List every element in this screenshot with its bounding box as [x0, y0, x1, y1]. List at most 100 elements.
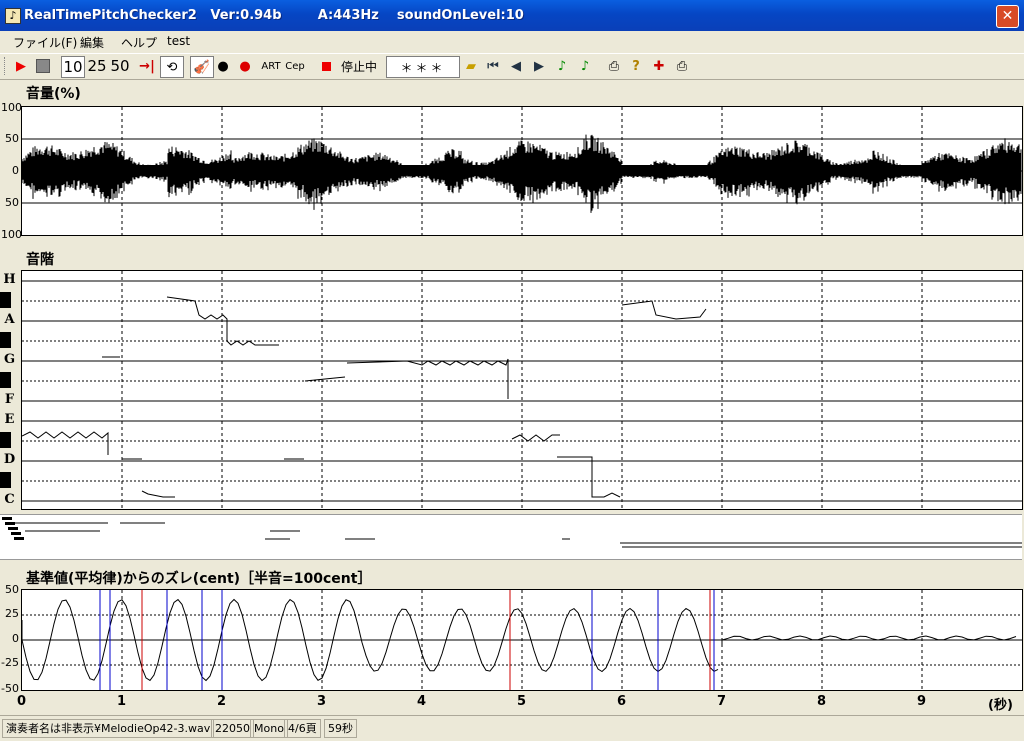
- violin-icon[interactable]: 🎻: [190, 56, 214, 78]
- art-button[interactable]: ART: [260, 56, 282, 76]
- help-icon[interactable]: ?: [628, 56, 644, 76]
- note-label-a: A: [4, 312, 15, 327]
- cent-tick-neg25: -25: [1, 656, 19, 669]
- note-label-d: D: [3, 452, 16, 467]
- status-duration: 59秒: [324, 719, 357, 738]
- scale-plot[interactable]: [21, 270, 1023, 510]
- x-tick-3: 3: [317, 694, 327, 709]
- menu-help[interactable]: ヘルプ: [121, 34, 157, 51]
- overview-marker: [8, 527, 18, 530]
- x-tick-2: 2: [217, 694, 227, 709]
- person-red-icon[interactable]: ●: [236, 56, 254, 76]
- app-icon: ♪: [5, 8, 21, 24]
- overview-strip[interactable]: [0, 514, 1022, 560]
- person-black-icon[interactable]: ●: [214, 56, 232, 76]
- record-stop-icon[interactable]: [318, 56, 334, 76]
- black-key: [0, 372, 11, 388]
- volume-label: 音量(%): [26, 86, 81, 102]
- open-folder-icon[interactable]: ▰: [462, 56, 480, 76]
- speed-10-button[interactable]: 10: [61, 56, 85, 78]
- print2-icon[interactable]: ⎙: [673, 56, 691, 76]
- play-icon[interactable]: ▶: [12, 56, 30, 76]
- x-axis-unit: (秒): [988, 698, 1013, 713]
- black-key: [0, 432, 11, 448]
- close-button[interactable]: ✕: [996, 5, 1019, 28]
- x-tick-0: 0: [17, 694, 27, 709]
- overview-marker: [14, 537, 24, 540]
- x-tick-7: 7: [717, 694, 727, 709]
- pitch-segment: [304, 376, 346, 382]
- deviation-label: 基準値(平均律)からのズレ(cent)［半音=100cent］: [26, 571, 372, 587]
- note-green-icon[interactable]: ♪: [554, 56, 570, 76]
- status-label: 停止中: [340, 59, 377, 74]
- pitch-segment: [557, 456, 621, 498]
- x-tick-8: 8: [817, 694, 827, 709]
- x-tick-5: 5: [517, 694, 527, 709]
- waveform-path: [21, 134, 1022, 213]
- menu-edit[interactable]: 編集: [80, 34, 104, 51]
- x-tick-1: 1: [117, 694, 127, 709]
- note-outline-icon[interactable]: ♪: [577, 56, 593, 76]
- x-tick-9: 9: [917, 694, 927, 709]
- menu-file[interactable]: ファイル(F): [13, 34, 77, 51]
- volume-tick-neg50: 50: [5, 196, 19, 209]
- stop-icon: [36, 59, 50, 73]
- status-channels: Mono: [250, 719, 288, 738]
- deviation-plot[interactable]: [21, 589, 1023, 691]
- note-label-e: E: [4, 412, 15, 427]
- window-title: RealTimePitchChecker2 Ver:0.94b A:443Hz …: [24, 8, 524, 23]
- overview-marker: [2, 517, 12, 520]
- menu-test[interactable]: test: [167, 34, 190, 48]
- x-tick-6: 6: [617, 694, 627, 709]
- volume-tick-neg100: 100: [1, 228, 22, 241]
- speed-50-button[interactable]: 50: [109, 56, 131, 76]
- deviation-trace: [21, 590, 1022, 690]
- status-page: 4/6頁: [284, 719, 321, 738]
- pitch-segment: [621, 300, 707, 320]
- cent-tick-25: 25: [5, 607, 19, 620]
- volume-tick-50: 50: [5, 132, 19, 145]
- note-label-f: F: [4, 392, 15, 407]
- pitch-trace: [21, 271, 1022, 509]
- title-bar: ♪ RealTimePitchChecker2 Ver:0.94b A:443H…: [0, 0, 1024, 31]
- black-key: [0, 292, 11, 308]
- jump-end-icon[interactable]: →|: [138, 56, 156, 76]
- status-bar: 演奏者名は非表示¥MelodieOp42-3.wav 22050 Mono 4/…: [0, 715, 1024, 741]
- repeat-icon[interactable]: ⟲: [160, 56, 184, 78]
- speed-25-button[interactable]: 25: [86, 56, 108, 76]
- toolbar-grip: [4, 57, 8, 75]
- scale-label: 音階: [26, 252, 54, 268]
- overview-marker: [5, 522, 15, 525]
- pitch-segment: [21, 431, 109, 455]
- red-square-icon: [321, 61, 331, 71]
- pitch-segment: [346, 358, 509, 399]
- status-file: 演奏者名は非表示¥MelodieOp42-3.wav: [2, 719, 215, 738]
- marker-icon[interactable]: ✚: [650, 56, 668, 76]
- skip-start-icon[interactable]: ⏮: [485, 56, 501, 76]
- black-key: [0, 472, 11, 488]
- stop-button[interactable]: [33, 56, 53, 76]
- menu-bar: ファイル(F) 編集 ヘルプ test: [0, 31, 1024, 52]
- black-key: [0, 332, 11, 348]
- cent-tick-50: 50: [5, 583, 19, 596]
- volume-tick-0: 0: [12, 164, 19, 177]
- note-display: ＊＊＊: [386, 56, 460, 78]
- note-label-h: H: [3, 272, 16, 287]
- volume-waveform: [21, 107, 1022, 235]
- toolbar: ▶ 10 25 50 →| ⟲ 🎻 ● ● ART Cep 停止中 ＊＊＊ ▰ …: [0, 53, 1024, 80]
- pitch-segment: [141, 490, 175, 498]
- overview-lines: [2, 517, 1022, 548]
- next-icon[interactable]: ▶: [531, 56, 547, 76]
- print-icon[interactable]: ⎙: [605, 56, 623, 76]
- note-label-g: G: [3, 352, 16, 367]
- note-label-c: C: [4, 492, 15, 507]
- pitch-segment: [511, 434, 560, 442]
- cent-tick-0: 0: [12, 632, 19, 645]
- status-rate: 22050: [211, 719, 254, 738]
- volume-plot[interactable]: [21, 106, 1023, 236]
- x-tick-4: 4: [417, 694, 427, 709]
- volume-tick-100: 100: [1, 101, 22, 114]
- overview-marker: [11, 532, 21, 535]
- prev-icon[interactable]: ◀: [508, 56, 524, 76]
- cep-button[interactable]: Cep: [284, 56, 306, 76]
